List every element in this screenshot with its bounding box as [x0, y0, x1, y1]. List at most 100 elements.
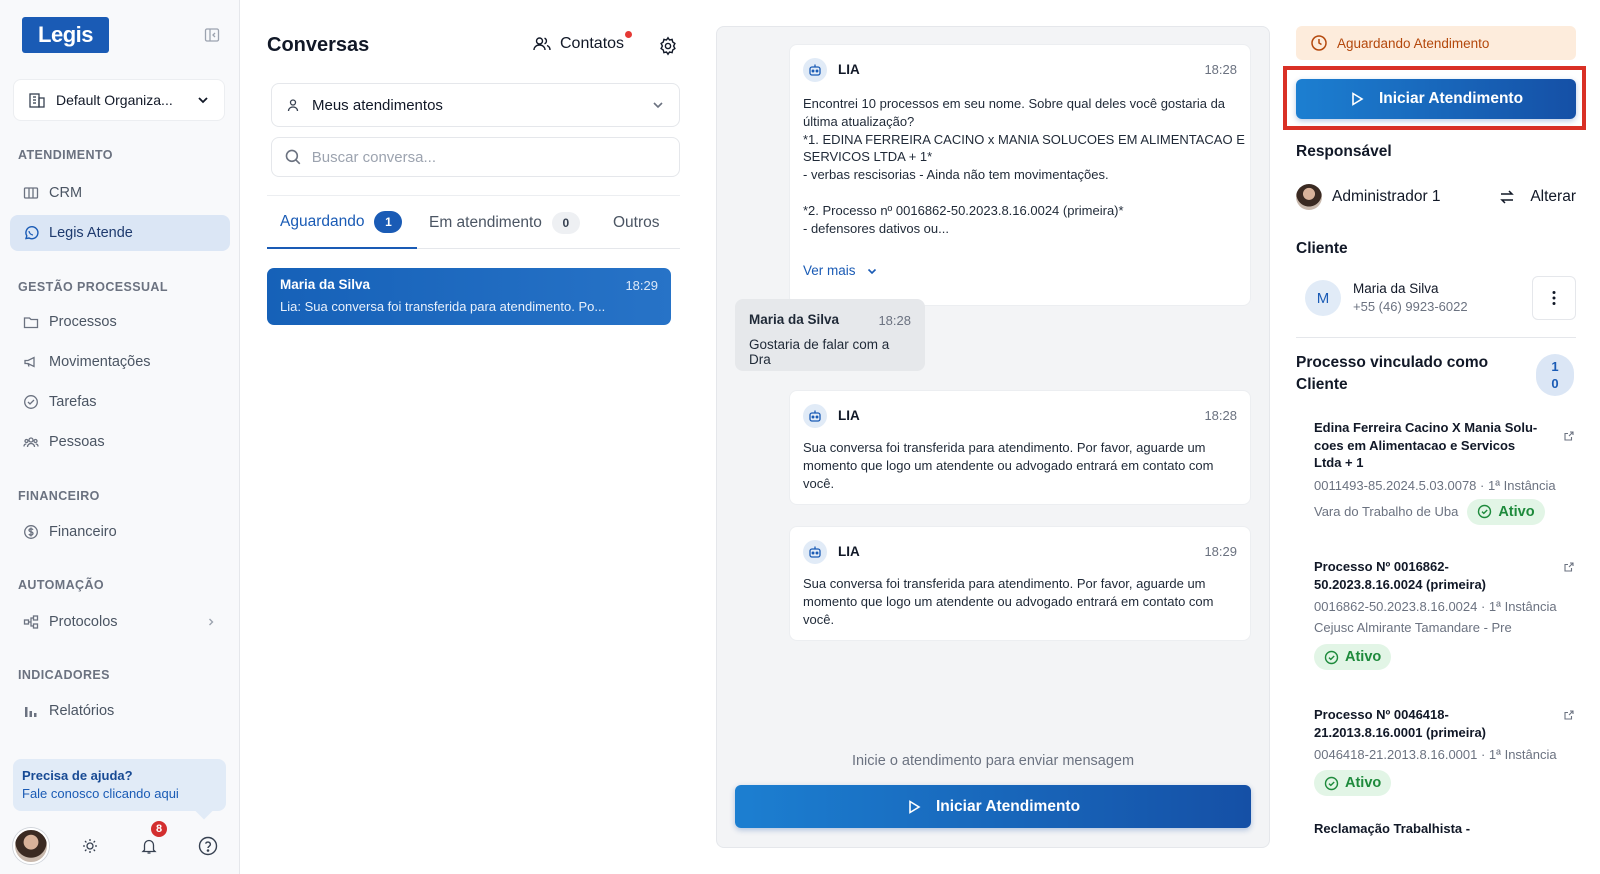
- tab-aguardando[interactable]: Aguardando 1: [267, 196, 417, 249]
- sidebar-item-label: CRM: [49, 185, 83, 201]
- chat-panel: LIA 18:28 Encontrei 10 processos em seu …: [716, 26, 1270, 848]
- sidebar-collapse-icon[interactable]: [204, 27, 220, 43]
- section-financeiro: FINANCEIRO: [18, 489, 100, 503]
- notification-bell-icon[interactable]: [140, 837, 158, 855]
- external-link-icon[interactable]: [1564, 562, 1574, 572]
- message-body: Sua conversa foi transferida para atendi…: [803, 575, 1238, 628]
- conversation-search[interactable]: [271, 137, 680, 177]
- help-circle-icon[interactable]: [198, 836, 218, 856]
- responsible-heading: Responsável: [1296, 143, 1392, 160]
- contacts-label: Contatos: [560, 35, 625, 52]
- process-item[interactable]: Processo Nº 0046418- 21.2013.8.16.0001 (…: [1314, 706, 1574, 796]
- bot-icon: [803, 404, 827, 428]
- tab-em-atendimento[interactable]: Em atendimento 0: [429, 196, 580, 249]
- process-number: 0016862-50.2023.8.16.0024 · 1ª Instância: [1314, 599, 1557, 614]
- more-vertical-icon: [1552, 291, 1556, 305]
- settings-gear-icon[interactable]: [658, 36, 678, 56]
- change-responsible-button[interactable]: Alterar: [1498, 188, 1576, 206]
- theme-sun-icon[interactable]: [81, 837, 99, 855]
- chevron-right-icon: [206, 617, 216, 627]
- client-phone: +55 (46) 9923-6022: [1353, 299, 1468, 314]
- help-contact-link[interactable]: Fale conosco clicando aqui: [22, 786, 217, 801]
- workflow-icon: [23, 614, 39, 630]
- sidebar-item-movimentacoes[interactable]: Movimentações: [10, 344, 230, 380]
- process-item[interactable]: Reclamação Trabalhista -: [1314, 820, 1574, 850]
- start-attendance-label: Iniciar Atendimento: [1378, 90, 1524, 107]
- client-name: Maria da Silva: [1353, 281, 1439, 296]
- sidebar-item-protocolos[interactable]: Protocolos: [10, 604, 230, 640]
- message-line: [803, 184, 1238, 202]
- message-time: 18:28: [1204, 408, 1237, 423]
- organization-select[interactable]: Default Organiza...: [13, 79, 225, 121]
- sidebar-item-legis-atende[interactable]: Legis Atende: [10, 215, 230, 251]
- chat-message-bot: LIA 18:28 Sua conversa foi transferida p…: [789, 390, 1251, 505]
- tab-outros[interactable]: Outros: [613, 196, 660, 249]
- status-badge: Ativo: [1314, 644, 1392, 670]
- sidebar-item-pessoas[interactable]: Pessoas: [10, 424, 230, 460]
- bar-chart-icon: [23, 703, 39, 719]
- section-gestao-processual: GESTÃO PROCESSUAL: [18, 280, 168, 294]
- sidebar-item-relatorios[interactable]: Relatórios: [10, 693, 230, 729]
- page-title: Conversas: [267, 34, 370, 56]
- message-line: Sua conversa foi transferida para atendi…: [803, 440, 1206, 455]
- legis-logo[interactable]: Legis: [22, 17, 109, 53]
- message-line: você.: [803, 611, 835, 627]
- responsible-row: Administrador 1 Alterar: [1296, 183, 1576, 211]
- process-name-line: coes em Alimentacao e Servicos: [1314, 437, 1516, 453]
- conversation-time: 18:29: [625, 278, 658, 293]
- process-name-line: Edina Ferreira Cacino X Mania Solu-: [1314, 420, 1538, 435]
- tab-label: Outros: [613, 213, 660, 231]
- client-more-button[interactable]: [1532, 276, 1576, 320]
- people-icon: [23, 434, 39, 450]
- user-avatar[interactable]: [13, 828, 49, 864]
- process-item[interactable]: Edina Ferreira Cacino X Mania Solu- coes…: [1314, 419, 1574, 525]
- external-link-icon[interactable]: [1564, 710, 1574, 720]
- sidebar-item-label: Tarefas: [49, 394, 97, 410]
- process-court: Cejusc Almirante Tamandare - Pre: [1314, 620, 1512, 635]
- message-body: Gostaria de falar com a Dra: [749, 337, 890, 367]
- search-input[interactable]: [311, 148, 667, 166]
- conversations-panel: Conversas Contatos Meus atendimentos Bus…: [241, 0, 690, 874]
- search-icon: [284, 148, 302, 166]
- megaphone-icon: [23, 354, 39, 370]
- process-number: 0011493-85.2024.5.03.0078 · 1ª Instância: [1314, 477, 1556, 493]
- start-attendance-button[interactable]: Iniciar Atendimento: [1296, 79, 1576, 119]
- status-badge: Ativo: [1314, 770, 1392, 796]
- conversation-list-item[interactable]: Maria da Silva 18:29 Lia: Sua conversa f…: [267, 268, 671, 325]
- external-link-icon[interactable]: [1564, 431, 1574, 441]
- bot-icon: [803, 540, 827, 564]
- sidebar-item-label: Financeiro: [49, 524, 117, 540]
- process-court: Vara do Trabalho de Uba: [1314, 504, 1459, 519]
- app-root: Legis Default Organiza... ATENDIMENTO CR…: [0, 0, 1600, 874]
- sidebar-item-tarefas[interactable]: Tarefas: [10, 384, 230, 420]
- process-item[interactable]: Processo Nº 0016862- 50.2023.8.16.0024 (…: [1314, 558, 1574, 670]
- process-name: Edina Ferreira Cacino X Mania Solu- coes…: [1314, 419, 1544, 472]
- sidebar-item-label: Protocolos: [49, 614, 118, 630]
- linked-processes-heading: Processo vinculado como Cliente: [1296, 354, 1489, 393]
- section-automacao: AUTOMAÇÃO: [18, 578, 105, 592]
- status-badge-label: Ativo: [1345, 649, 1382, 665]
- contacts-button[interactable]: Contatos: [532, 31, 633, 54]
- sidebar-item-financeiro[interactable]: Financeiro: [10, 514, 230, 550]
- sidebar-item-crm[interactable]: CRM: [10, 175, 230, 211]
- sidebar-item-processos[interactable]: Processos: [10, 304, 230, 340]
- linked-processes-count: 1 0: [1536, 354, 1574, 396]
- sidebar-item-label: Pessoas: [49, 434, 105, 450]
- sidebar-bottom-bar: 8: [0, 819, 240, 874]
- process-name: Reclamação Trabalhista -: [1314, 820, 1544, 838]
- start-attendance-button[interactable]: Iniciar Atendimento: [735, 785, 1251, 828]
- help-box[interactable]: Precisa de ajuda? Fale conosco clicando …: [13, 759, 226, 811]
- sidebar: Legis Default Organiza... ATENDIMENTO CR…: [0, 0, 240, 874]
- bot-icon: [803, 58, 827, 82]
- message-line: Encontrei 10 processos em seu nome. Sobr…: [803, 96, 1226, 111]
- message-line: - defensores dativos ou...: [803, 220, 949, 236]
- see-more-button[interactable]: Ver mais: [803, 263, 878, 278]
- sidebar-item-label: Relatórios: [49, 703, 115, 719]
- process-name: Processo Nº 0046418- 21.2013.8.16.0001 (…: [1314, 706, 1544, 741]
- contacts-alert-dot: [625, 31, 633, 38]
- tab-count-badge: 1: [374, 210, 403, 233]
- attendance-filter-select[interactable]: Meus atendimentos: [271, 83, 680, 127]
- status-badge: Ativo: [1467, 498, 1545, 525]
- message-line: SERVICOS LTDA + 1*: [803, 149, 933, 165]
- tab-count-badge: 0: [551, 211, 580, 234]
